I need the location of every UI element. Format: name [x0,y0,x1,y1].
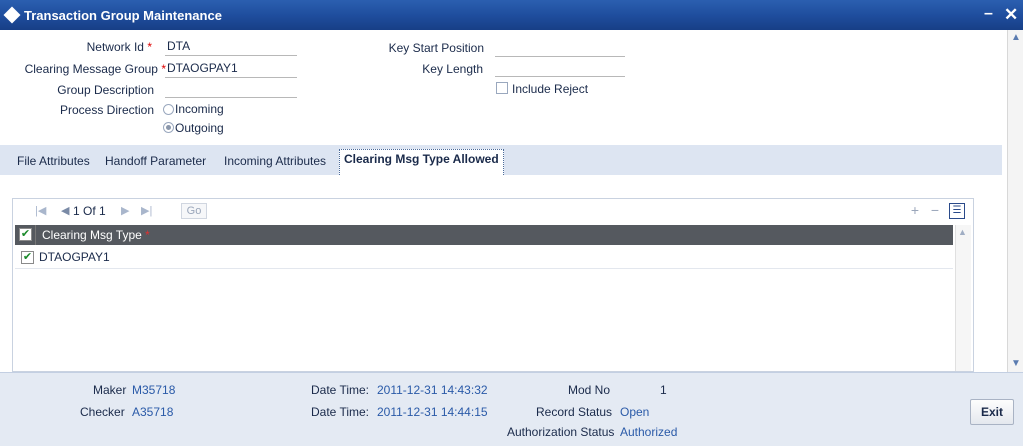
tab-incoming-attributes[interactable]: Incoming Attributes [224,151,326,173]
maker-value: M35718 [132,383,176,397]
maker-datetime-label: Date Time: [311,383,370,397]
table-row[interactable]: ✔ DTAOGPAY1 [15,247,953,269]
scroll-up-icon[interactable]: ▲ [1010,32,1022,44]
network-id-field[interactable]: DTA [165,38,297,56]
column-settings-icon[interactable]: ☰ [949,203,965,219]
clearing-msg-type-grid: |◀ ◀ 1 Of 1 ▶ ▶| Go + − ☰ ✔ Clearing Msg… [12,198,974,372]
tab-handoff-parameter[interactable]: Handoff Parameter [105,151,206,173]
tab-clearing-msg-type-allowed[interactable]: Clearing Msg Type Allowed [339,149,504,175]
grid-pager: |◀ ◀ 1 Of 1 ▶ ▶| Go + − ☰ [13,199,973,223]
go-button[interactable]: Go [181,203,207,219]
incoming-radio-label: Incoming [175,102,224,116]
include-reject-label: Include Reject [512,82,589,96]
window-title: Transaction Group Maintenance [24,8,222,23]
key-length-label: Key Length [422,62,483,76]
last-page-icon[interactable]: ▶| [141,204,152,217]
select-all-checkbox[interactable]: ✔ [19,228,32,241]
clearing-group-label: Clearing Message Group * [24,62,166,76]
process-direction-label: Process Direction [59,103,154,117]
previous-page-icon[interactable]: ◀ [61,204,69,217]
group-description-field[interactable] [165,80,297,98]
minimize-button[interactable]: – [984,5,998,23]
form-content: Network Id * DTA Clearing Message Group … [0,30,1007,372]
key-start-position-label: Key Start Position [388,41,484,55]
exit-button[interactable]: Exit [970,399,1014,425]
next-page-icon[interactable]: ▶ [121,204,129,217]
authorization-status-value: Authorized [620,425,678,439]
checker-datetime-value: 2011-12-31 14:44:15 [377,405,488,419]
scroll-down-icon[interactable]: ▼ [1010,358,1022,370]
key-start-position-field[interactable] [495,39,625,57]
grid-scroll-up-icon[interactable]: ▲ [958,227,967,237]
add-row-icon[interactable]: + [907,203,923,219]
grid-header: ✔ Clearing Msg Type * [15,225,953,245]
tab-bar: File Attributes Handoff Parameter Incomi… [0,145,1002,175]
authorization-status-label: Authorization Status [507,425,615,439]
checker-label: Checker [80,405,125,419]
page-indicator: 1 Of 1 [73,204,106,218]
group-description-label: Group Description [57,83,154,97]
mod-no-label: Mod No [568,383,611,397]
outgoing-radio-label: Outgoing [175,121,224,135]
audit-footer: Maker M35718 Checker A35718 Date Time: 2… [0,372,1023,446]
window-title-bar: Transaction Group Maintenance – ✕ [0,0,1023,30]
clearing-group-field[interactable]: DTAOGPAY1 [165,60,297,78]
close-button[interactable]: ✕ [1004,5,1020,25]
grid-scrollbar[interactable]: ▲ [955,225,971,371]
key-length-field[interactable] [495,59,625,77]
row-checkbox[interactable]: ✔ [21,251,34,264]
record-status-value: Open [620,405,650,419]
checker-datetime-label: Date Time: [311,405,370,419]
record-status-label: Record Status [536,405,613,419]
delete-row-icon[interactable]: − [927,203,943,219]
include-reject-checkbox[interactable] [496,82,508,94]
maker-datetime-value: 2011-12-31 14:43:32 [377,383,488,397]
incoming-radio[interactable] [163,104,174,115]
first-page-icon[interactable]: |◀ [35,204,46,217]
network-id-label: Network Id * [86,40,152,54]
checker-value: A35718 [132,405,174,419]
outgoing-radio[interactable] [163,122,174,133]
column-header-clearing-msg-type[interactable]: Clearing Msg Type * [35,225,175,245]
window-scrollbar[interactable]: ▲ ▼ [1007,30,1023,372]
tab-file-attributes[interactable]: File Attributes [17,151,90,173]
row-clearing-msg-type[interactable]: DTAOGPAY1 [39,250,110,264]
maker-label: Maker [93,383,127,397]
app-diamond-icon [3,6,21,24]
mod-no-value: 1 [660,383,667,397]
